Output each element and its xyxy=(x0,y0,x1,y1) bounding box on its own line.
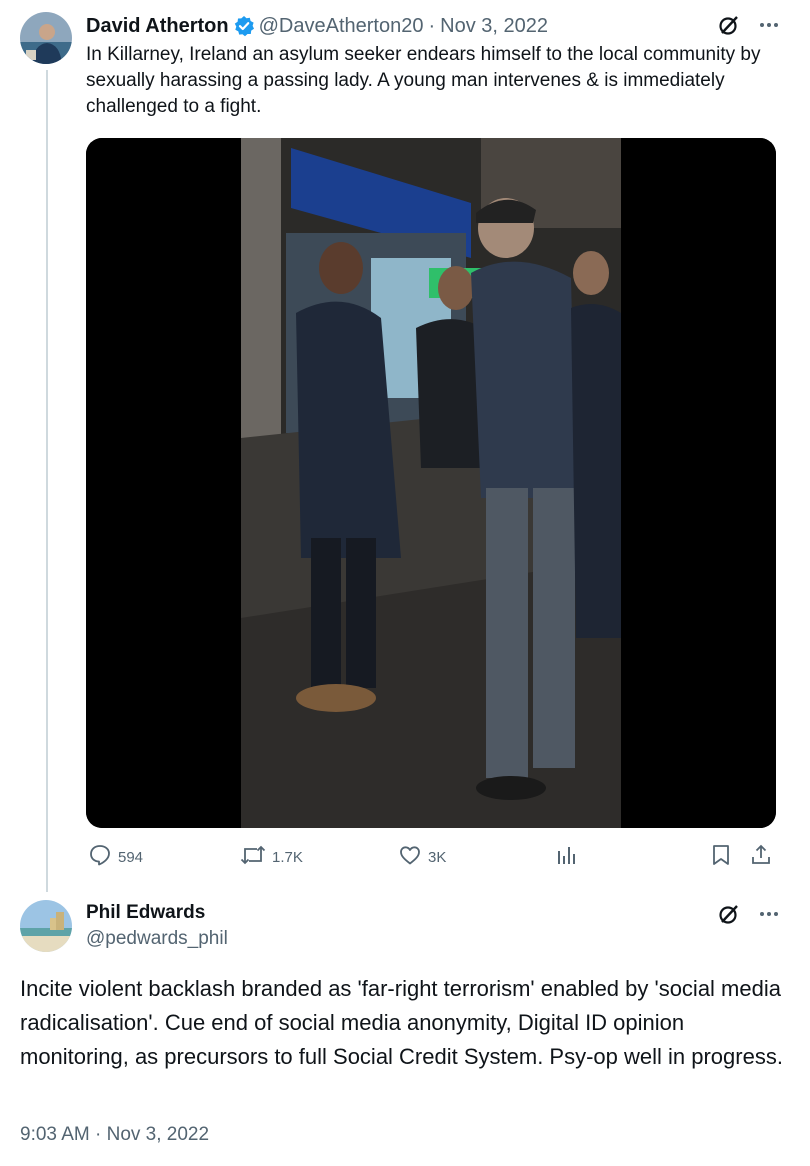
reply-timestamp[interactable]: 9:03 AM · Nov 3, 2022 xyxy=(20,1124,209,1146)
reply-text: Incite violent backlash branded as 'far-… xyxy=(20,976,783,1069)
tweet-date[interactable]: Nov 3, 2022 xyxy=(440,15,548,38)
tweet-text: In Killarney, Ireland an asylum seeker e… xyxy=(86,44,761,117)
verified-badge-icon xyxy=(233,15,255,37)
author-avatar[interactable] xyxy=(20,12,72,64)
reply-button[interactable]: 594 xyxy=(88,843,143,871)
grok-icon[interactable] xyxy=(718,903,740,930)
reply-time: 9:03 AM xyxy=(20,1124,90,1145)
views-icon xyxy=(556,843,578,871)
grok-icon[interactable] xyxy=(718,14,740,41)
tweet-video[interactable] xyxy=(86,138,776,828)
like-count: 3K xyxy=(428,848,447,866)
like-icon xyxy=(398,843,422,871)
reply-icon xyxy=(88,843,112,871)
reply-top-actions xyxy=(718,903,780,930)
reply-author-handle[interactable]: @pedwards_phil xyxy=(86,928,228,950)
video-frame xyxy=(86,138,776,828)
share-button[interactable] xyxy=(750,843,772,871)
repost-count: 1.7K xyxy=(272,848,303,866)
separator-dot: · xyxy=(95,1124,102,1145)
author-handle[interactable]: @DaveAtherton20 xyxy=(259,15,424,38)
share-icon xyxy=(750,843,772,871)
repost-icon xyxy=(240,843,266,871)
more-icon[interactable] xyxy=(758,903,780,930)
thread-connector-line xyxy=(46,70,48,892)
reply-count: 594 xyxy=(118,848,144,866)
views-button[interactable] xyxy=(556,843,578,871)
author-name[interactable]: David Atherton xyxy=(86,15,229,38)
tweet-top-actions xyxy=(718,14,780,41)
repost-button[interactable]: 1.7K xyxy=(240,843,303,871)
more-icon[interactable] xyxy=(758,14,780,41)
tweet-action-bar: 594 1.7K 3K xyxy=(86,843,776,873)
like-button[interactable]: 3K xyxy=(398,843,446,871)
separator-dot: · xyxy=(428,14,436,37)
bookmark-button[interactable] xyxy=(710,843,732,871)
reply-author-avatar[interactable] xyxy=(20,900,72,952)
bookmark-icon xyxy=(710,843,732,871)
reply-date: Nov 3, 2022 xyxy=(106,1124,210,1145)
reply-author-name[interactable]: Phil Edwards xyxy=(86,902,205,924)
tweet-header: David Atherton @DaveAtherton20 · Nov 3, … xyxy=(86,12,548,40)
